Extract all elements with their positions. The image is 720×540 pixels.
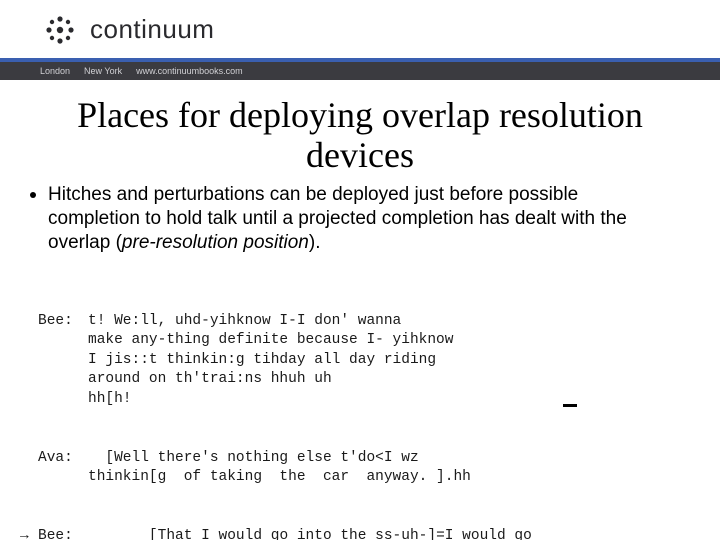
- transcript-arrow: →: [20, 527, 38, 540]
- focus-mark-icon: [563, 404, 577, 407]
- transcript-row: Ava: [Well there's nothing else t'do<I w…: [20, 449, 706, 488]
- transcript-arrow: [20, 312, 38, 410]
- brand: continuum: [40, 14, 214, 45]
- bullet-list: Hitches and perturbations can be deploye…: [30, 183, 670, 254]
- transcript-speaker: Bee:: [38, 312, 88, 410]
- brand-logo-icon: [40, 15, 80, 45]
- transcript-row: Bee: t! We:ll, uhd-yihknow I-I don' wann…: [20, 312, 706, 410]
- transcript-speaker: Bee:: [38, 527, 88, 540]
- transcript-utter: [That I would go into the ss-uh-]=I woul…: [88, 527, 706, 540]
- bullet-text-b: ).: [309, 232, 321, 253]
- transcript-utter: [Well there's nothing else t'do<I wz thi…: [88, 449, 706, 488]
- bullet-item: Hitches and perturbations can be deploye…: [30, 183, 670, 254]
- slide-title: Places for deploying overlap resolution …: [40, 96, 680, 175]
- transcript-row: → Bee: [That I would go into the ss-uh-]…: [20, 527, 706, 540]
- transcript-speaker: Ava:: [38, 449, 88, 488]
- transcript-utter: t! We:ll, uhd-yihknow I-I don' wanna mak…: [88, 312, 706, 410]
- brand-name: continuum: [90, 14, 214, 45]
- bullet-dot-icon: [30, 192, 36, 198]
- slide: continuum London New York www.continuumb…: [0, 0, 720, 540]
- header-city-newyork: New York: [84, 66, 122, 76]
- slide-header: continuum London New York www.continuumb…: [0, 0, 720, 80]
- header-url: www.continuumbooks.com: [136, 66, 243, 76]
- header-city-london: London: [40, 66, 70, 76]
- bullet-text: Hitches and perturbations can be deploye…: [48, 183, 670, 254]
- transcript-arrow: [20, 449, 38, 488]
- bullet-text-italic: pre-resolution position: [122, 232, 309, 253]
- header-subbar: London New York www.continuumbooks.com: [0, 62, 720, 80]
- transcript-block: Bee: t! We:ll, uhd-yihknow I-I don' wann…: [0, 272, 720, 540]
